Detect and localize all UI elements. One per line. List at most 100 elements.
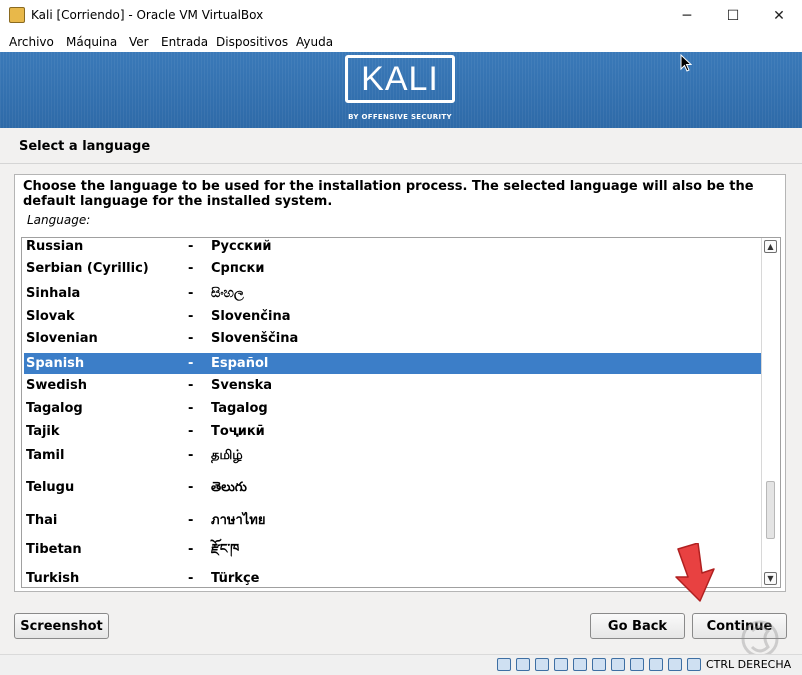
language-row[interactable]: Tibetan - རྫོང་ཁ — [24, 540, 762, 559]
language-native-name: తెలుగు — [211, 480, 247, 495]
vm-status-bar: CTRL DERECHA — [0, 654, 802, 675]
language-label: Language: — [27, 213, 91, 227]
menu-maquina[interactable]: Máquina — [66, 35, 117, 49]
language-separator: - — [188, 286, 194, 301]
language-row[interactable]: Sinhala - සිංහල — [24, 284, 762, 303]
language-native-name: Español — [211, 356, 269, 371]
usb-icon[interactable] — [573, 658, 587, 671]
mouse-integration-icon[interactable] — [668, 658, 682, 671]
language-native-name: Slovenščina — [211, 331, 299, 346]
window-title: Kali [Corriendo] - Oracle VM VirtualBox — [31, 8, 264, 22]
scroll-up-icon: ▲ — [767, 242, 774, 251]
language-row[interactable]: Thai - ภาษาไทย — [24, 511, 762, 530]
language-separator: - — [188, 480, 194, 495]
language-separator: - — [188, 424, 194, 439]
menu-entrada[interactable]: Entrada — [161, 35, 208, 49]
scroll-down-icon: ▼ — [767, 574, 774, 583]
language-native-name: Tagalog — [211, 401, 268, 416]
language-list[interactable]: Russian - Русский Serbian (Cyrillic) - Српски… — [21, 237, 781, 588]
close-icon: ✕ — [773, 7, 785, 24]
language-name: Tagalog — [26, 401, 83, 416]
language-native-name: Slovenčina — [211, 309, 291, 324]
language-native-name: Türkçe — [211, 571, 260, 586]
language-native-name: සිංහල — [211, 286, 244, 301]
language-row[interactable]: Tamil - தமிழ் — [24, 446, 762, 465]
language-name: Slovak — [26, 309, 75, 324]
keyboard-capture-icon[interactable] — [687, 658, 701, 671]
content-panel: Choose the language to be used for the i… — [14, 174, 786, 592]
menu-ayuda[interactable]: Ayuda — [296, 35, 333, 49]
video-capture-icon[interactable] — [630, 658, 644, 671]
language-row[interactable]: Tagalog - Tagalog — [24, 400, 762, 418]
language-separator: - — [188, 448, 194, 463]
language-row[interactable]: Spanish - Español — [24, 353, 762, 374]
language-name: Thai — [26, 513, 58, 528]
instructions-text: Choose the language to be used for the i… — [23, 179, 754, 209]
kali-logo: KALI — [345, 55, 455, 103]
kali-logo-text: KALI — [361, 59, 439, 98]
shared-folder-icon[interactable] — [592, 658, 606, 671]
language-name: Swedish — [26, 378, 87, 393]
language-row[interactable]: Turkish - Türkçe — [24, 569, 762, 587]
network-icon[interactable] — [554, 658, 568, 671]
language-native-name: Српски — [211, 261, 265, 276]
language-name: Tamil — [26, 448, 65, 463]
scroll-up-button[interactable]: ▲ — [764, 240, 777, 253]
maximize-icon: ☐ — [726, 7, 740, 24]
language-name: Slovenian — [26, 331, 98, 346]
language-row[interactable]: Tajik - Тоҷикӣ — [24, 423, 762, 441]
language-name: Tajik — [26, 424, 60, 439]
language-name: Tibetan — [26, 542, 82, 557]
minimize-button[interactable]: ─ — [664, 0, 710, 31]
language-separator: - — [188, 513, 194, 528]
minimize-icon: ─ — [682, 7, 692, 24]
mouse-cursor-icon — [680, 54, 692, 72]
language-row[interactable]: Slovenian - Slovenščina — [24, 330, 762, 348]
menu-dispositivos[interactable]: Dispositivos — [216, 35, 288, 49]
language-native-name: Русский — [211, 239, 272, 254]
language-separator: - — [188, 571, 194, 586]
language-separator: - — [188, 401, 194, 416]
language-separator: - — [188, 542, 194, 557]
language-row[interactable]: Serbian (Cyrillic) - Српски — [24, 260, 762, 278]
cpu-icon[interactable] — [649, 658, 663, 671]
annotation-arrow-icon — [675, 543, 715, 602]
go-back-button[interactable]: Go Back — [590, 613, 685, 639]
menu-archivo[interactable]: Archivo — [9, 35, 54, 49]
step-title: Select a language — [19, 139, 151, 154]
menu-bar: Archivo Máquina Ver Entrada Dispositivos… — [0, 31, 802, 52]
screenshot-button[interactable]: Screenshot — [14, 613, 109, 639]
language-row[interactable]: Swedish - Svenska — [24, 377, 762, 395]
language-separator: - — [188, 261, 194, 276]
virtualbox-app-icon — [9, 7, 25, 23]
language-native-name: Svenska — [211, 378, 273, 393]
scroll-down-button[interactable]: ▼ — [764, 572, 777, 585]
language-separator: - — [188, 331, 194, 346]
language-name: Sinhala — [26, 286, 81, 301]
hard-disk-icon[interactable] — [497, 658, 511, 671]
language-row[interactable]: Russian - Русский — [24, 238, 762, 256]
language-row[interactable]: Telugu - తెలుగు — [24, 478, 762, 497]
language-name: Russian — [26, 239, 84, 254]
language-separator: - — [188, 309, 194, 324]
kali-tagline: BY OFFENSIVE SECURITY — [348, 113, 452, 121]
display-icon[interactable] — [611, 658, 625, 671]
scroll-thumb[interactable] — [766, 481, 775, 540]
menu-ver[interactable]: Ver — [129, 35, 149, 49]
title-bar: Kali [Corriendo] - Oracle VM VirtualBox … — [0, 0, 802, 31]
language-name: Turkish — [26, 571, 80, 586]
language-name: Serbian (Cyrillic) — [26, 261, 149, 276]
language-native-name: རྫོང་ཁ — [211, 542, 240, 557]
vertical-scrollbar[interactable]: ▲ ▼ — [761, 238, 780, 587]
maximize-button[interactable]: ☐ — [710, 0, 756, 31]
language-name: Telugu — [26, 480, 75, 495]
close-button[interactable]: ✕ — [756, 0, 802, 31]
host-key-label: CTRL DERECHA — [706, 658, 792, 671]
audio-icon[interactable] — [535, 658, 549, 671]
language-separator: - — [188, 378, 194, 393]
language-native-name: ภาษาไทย — [211, 513, 266, 528]
language-native-name: Тоҷикӣ — [211, 424, 265, 439]
language-row[interactable]: Slovak - Slovenčina — [24, 308, 762, 326]
optical-drive-icon[interactable] — [516, 658, 530, 671]
language-separator: - — [188, 356, 194, 371]
